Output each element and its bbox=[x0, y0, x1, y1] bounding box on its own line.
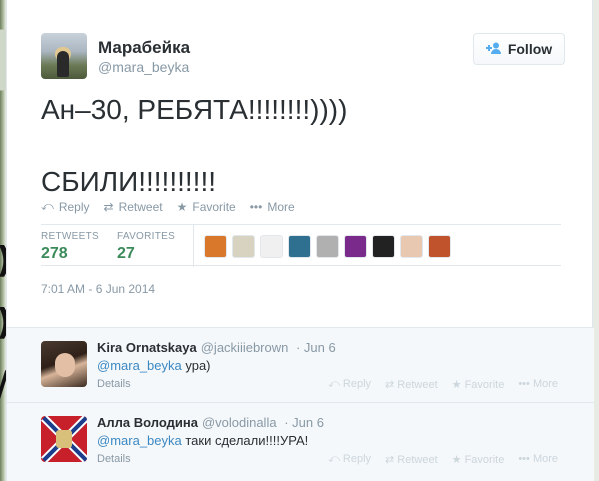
favorite-button[interactable]: ★ Favorite bbox=[177, 199, 236, 214]
reply-icon: ⤺ bbox=[41, 199, 54, 213]
reply-retweet-button[interactable]: ⇄ Retweet bbox=[385, 453, 438, 466]
more-button[interactable]: ••• More bbox=[250, 199, 295, 214]
retweeter-avatar[interactable] bbox=[344, 235, 367, 258]
author-avatar[interactable] bbox=[41, 33, 87, 79]
reply-reply-button[interactable]: ⤺ Reply bbox=[328, 453, 371, 466]
reply-date[interactable]: · Jun 6 bbox=[296, 340, 336, 355]
reply-details-link[interactable]: Details bbox=[97, 453, 131, 465]
retweets-label: RETWEETS bbox=[41, 231, 99, 242]
reply-button[interactable]: ⤺ Reply bbox=[41, 199, 90, 214]
reply-avatar[interactable] bbox=[41, 416, 87, 462]
reply-author[interactable]: Алла Володина @volodinalla · Jun 6 bbox=[97, 415, 324, 430]
add-user-icon bbox=[485, 42, 502, 57]
reply-details-link[interactable]: Details bbox=[97, 378, 131, 390]
retweet-action-label: Retweet bbox=[397, 379, 438, 391]
replies-section: Kira Ornatskaya @jackiiiebrown · Jun 6 @m… bbox=[7, 327, 594, 481]
reply-text: @mara_beyka таки сделали!!!!УРА! bbox=[97, 433, 308, 448]
retweeter-avatars bbox=[204, 235, 451, 258]
tweet-card: Марабейка @mara_beyka Follow Ан–30, РЕБЯ… bbox=[6, 0, 594, 481]
tweet-text: Ан–30, РЕБЯТА!!!!!!!!)))) СБИЛИ!!!!!!!!!… bbox=[41, 94, 348, 197]
more-action-label: More bbox=[532, 453, 558, 465]
retweeter-avatar[interactable] bbox=[372, 235, 395, 258]
more-icon: ••• bbox=[249, 199, 263, 214]
tweet-timestamp[interactable]: 7:01 AM - 6 Jun 2014 bbox=[41, 282, 155, 296]
reply-text: @mara_beyka ура) bbox=[97, 358, 211, 373]
reply-retweet-button[interactable]: ⇄ Retweet bbox=[385, 378, 438, 391]
reply-icon: ⤺ bbox=[328, 453, 343, 465]
reply-action-label: Reply bbox=[342, 378, 372, 390]
reply-item: Kira Ornatskaya @jackiiiebrown · Jun 6 @m… bbox=[7, 328, 594, 402]
reply-actions: ⤺ Reply ⇄ Retweet ★ Favorite ••• More bbox=[328, 453, 558, 466]
retweet-label: Retweet bbox=[118, 199, 163, 214]
reply-author-name: Алла Володина bbox=[97, 415, 198, 430]
reply-favorite-button[interactable]: ★ Favorite bbox=[452, 453, 505, 466]
more-action-label: More bbox=[532, 378, 558, 390]
tweet-header: Марабейка @mara_beyka Follow bbox=[41, 33, 565, 81]
more-icon: ••• bbox=[518, 378, 533, 390]
reply-action-label: Reply bbox=[342, 453, 372, 465]
retweet-button[interactable]: ⇄ Retweet bbox=[104, 199, 163, 214]
retweeter-avatar[interactable] bbox=[232, 235, 255, 258]
reply-label: Reply bbox=[58, 199, 90, 214]
favorite-label: Favorite bbox=[192, 199, 236, 214]
retweets-stat[interactable]: RETWEETS 278 bbox=[41, 231, 99, 263]
retweeter-avatar[interactable] bbox=[400, 235, 423, 258]
reply-icon: ⤺ bbox=[328, 378, 343, 390]
star-icon: ★ bbox=[176, 199, 188, 214]
reply-item: Алла Володина @volodinalla · Jun 6 @mara_… bbox=[7, 402, 594, 476]
favorite-action-label: Favorite bbox=[464, 454, 505, 466]
more-icon: ••• bbox=[518, 453, 533, 465]
star-icon: ★ bbox=[451, 454, 465, 466]
follow-label: Follow bbox=[507, 41, 553, 57]
reply-more-button[interactable]: ••• More bbox=[518, 453, 558, 466]
retweeter-avatar[interactable] bbox=[288, 235, 311, 258]
tweet-stats: RETWEETS 278 FAVORITES 27 bbox=[41, 224, 561, 267]
reply-body: таки сделали!!!!УРА! bbox=[181, 433, 309, 448]
tweet-actions: ⤺ Reply ⇄ Retweet ★ Favorite ••• More bbox=[41, 199, 295, 214]
retweeter-avatar[interactable] bbox=[204, 235, 227, 258]
reply-author-name: Kira Ornatskaya bbox=[97, 340, 197, 355]
retweet-icon: ⇄ bbox=[385, 379, 398, 391]
reply-author-handle: @jackiiiebrown bbox=[200, 340, 289, 355]
reply-avatar[interactable] bbox=[41, 341, 87, 387]
reply-author[interactable]: Kira Ornatskaya @jackiiiebrown · Jun 6 bbox=[97, 340, 336, 355]
reply-actions: ⤺ Reply ⇄ Retweet ★ Favorite ••• More bbox=[328, 378, 558, 391]
reply-date[interactable]: · Jun 6 bbox=[284, 415, 324, 430]
favorites-label: FAVORITES bbox=[117, 231, 176, 242]
reply-reply-button[interactable]: ⤺ Reply bbox=[328, 378, 371, 391]
retweet-icon: ⇄ bbox=[385, 454, 398, 466]
star-icon: ★ bbox=[451, 379, 465, 391]
reply-more-button[interactable]: ••• More bbox=[518, 378, 558, 391]
author-handle[interactable]: @mara_beyka bbox=[98, 59, 189, 75]
retweet-action-label: Retweet bbox=[397, 454, 438, 466]
retweeter-avatar[interactable] bbox=[260, 235, 283, 258]
author-name[interactable]: Марабейка bbox=[98, 38, 190, 58]
reply-favorite-button[interactable]: ★ Favorite bbox=[452, 378, 505, 391]
reply-body: ура) bbox=[181, 358, 211, 373]
retweeter-avatar[interactable] bbox=[316, 235, 339, 258]
favorites-count: 27 bbox=[117, 245, 135, 262]
favorites-stat[interactable]: FAVORITES 27 bbox=[117, 231, 175, 263]
stats-divider bbox=[193, 225, 194, 267]
reply-mention-link[interactable]: @mara_beyka bbox=[97, 433, 182, 448]
favorite-action-label: Favorite bbox=[464, 379, 505, 391]
reply-author-handle: @volodinalla bbox=[201, 415, 277, 430]
retweeter-avatar[interactable] bbox=[428, 235, 451, 258]
follow-button[interactable]: Follow bbox=[473, 33, 565, 65]
retweets-count: 278 bbox=[41, 245, 68, 262]
reply-mention-link[interactable]: @mara_beyka bbox=[97, 358, 182, 373]
retweet-icon: ⇄ bbox=[103, 199, 114, 214]
more-label: More bbox=[267, 199, 295, 214]
